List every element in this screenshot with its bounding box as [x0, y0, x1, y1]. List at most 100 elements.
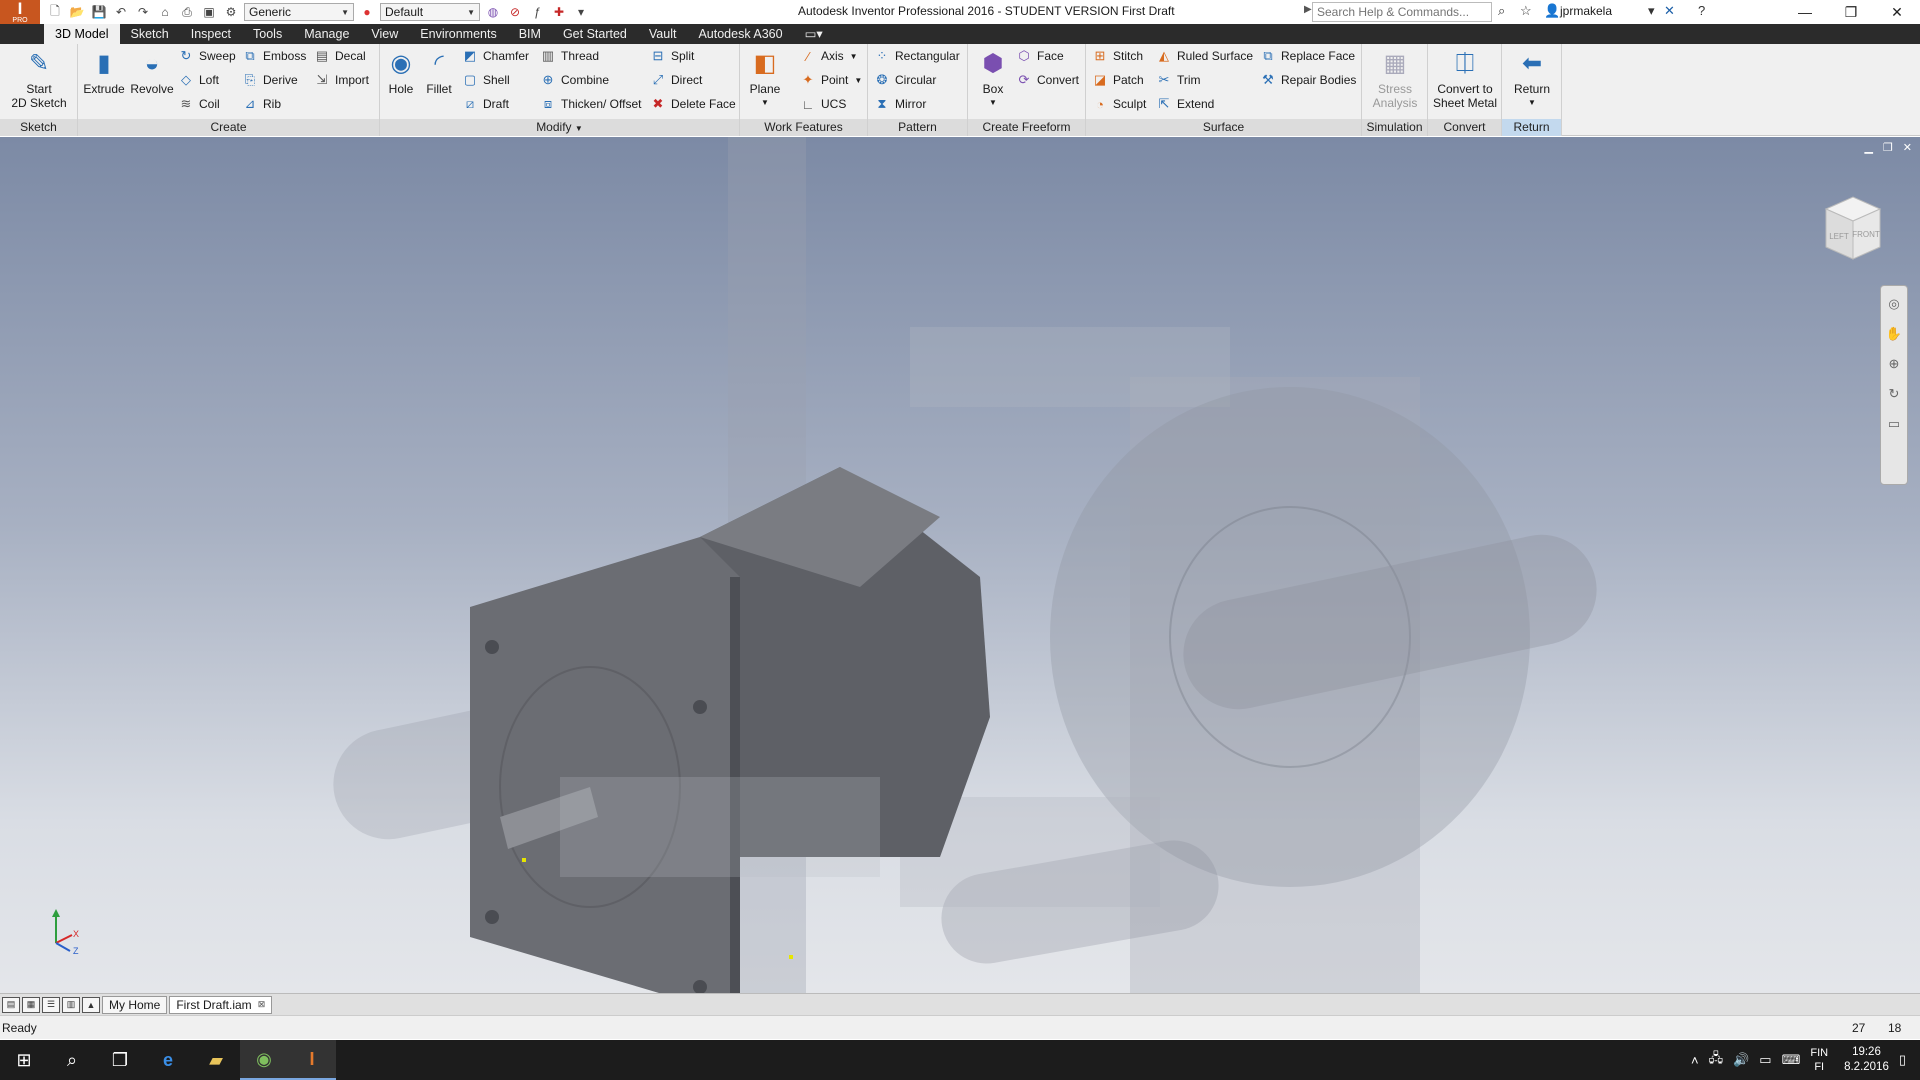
thicken-offset-button[interactable]: ⧈ Thicken/ Offset — [540, 95, 642, 113]
extrude-button[interactable]: ▮ Extrude — [82, 48, 126, 97]
arrange-horizontal-icon[interactable]: ☰ — [42, 996, 60, 1013]
tab-my-home[interactable]: My Home — [102, 995, 168, 1014]
panel-label-modify[interactable]: Modify ▼ — [380, 119, 739, 136]
hole-button[interactable]: ◉ Hole — [384, 48, 418, 97]
direct-button[interactable]: ⤢ Direct — [650, 71, 703, 89]
repair-bodies-button[interactable]: ⚒ Repair Bodies — [1260, 71, 1356, 89]
point-button[interactable]: ✦ Point ▼ — [800, 71, 863, 89]
circular-pattern-button[interactable]: ❂ Circular — [874, 71, 937, 89]
tab-first-draft[interactable]: First Draft.iam ⊠ — [169, 995, 273, 1014]
inventor-taskbar-icon[interactable]: I — [288, 1040, 336, 1080]
network-icon[interactable]: 🖧 — [1709, 1049, 1724, 1071]
appearance-dropdown[interactable]: Default ▼ — [380, 3, 480, 21]
delete-face-button[interactable]: ✖ Delete Face — [650, 95, 736, 113]
search-icon[interactable]: ⌕ — [48, 1040, 96, 1080]
decal-button[interactable]: ▤ Decal — [314, 47, 366, 65]
action-center-icon[interactable]: ▯ — [1899, 1052, 1906, 1068]
viewcube[interactable]: LEFT FRONT — [1818, 193, 1888, 263]
axis-button[interactable]: ⁄ Axis ▼ — [800, 47, 858, 65]
freeform-face-button[interactable]: ⬡ Face — [1016, 47, 1063, 65]
coil-button[interactable]: ≋ Coil — [178, 95, 220, 113]
fx-icon[interactable]: ƒ — [528, 4, 546, 20]
tab-sketch[interactable]: Sketch — [120, 24, 180, 44]
tab-get-started[interactable]: Get Started — [552, 24, 638, 44]
clear-override-icon[interactable]: ⊘ — [506, 4, 524, 20]
extend-button[interactable]: ⇱ Extend — [1156, 95, 1215, 113]
search-expand-icon[interactable]: ▶ — [1304, 4, 1312, 15]
adjust-icon[interactable]: ◍ — [484, 4, 502, 20]
home-icon[interactable]: ⌂ — [156, 4, 174, 20]
viewport-minimize-icon[interactable]: ▁ — [1864, 141, 1872, 154]
freeform-convert-button[interactable]: ⟳ Convert — [1016, 71, 1079, 89]
ribbon-options-icon[interactable]: ▭▾ — [794, 24, 834, 44]
select-icon[interactable]: ▣ — [200, 4, 218, 20]
draft-button[interactable]: ⧄ Draft — [462, 95, 509, 113]
trim-button[interactable]: ✂ Trim — [1156, 71, 1201, 89]
stitch-button[interactable]: ⊞ Stitch — [1092, 47, 1143, 65]
look-at-icon[interactable]: ▭ — [1888, 416, 1900, 432]
properties-icon[interactable]: ⚙ — [222, 4, 240, 20]
tab-vault[interactable]: Vault — [638, 24, 688, 44]
app-taskbar-icon[interactable]: ◉ — [240, 1040, 288, 1080]
restore-button[interactable]: ❐ — [1828, 0, 1874, 24]
ucs-button[interactable]: ∟ UCS — [800, 95, 847, 113]
tab-manage[interactable]: Manage — [293, 24, 360, 44]
color-icon[interactable]: ● — [358, 4, 376, 20]
replace-face-button[interactable]: ⧉ Replace Face — [1260, 47, 1355, 65]
redo-icon[interactable]: ↷ — [134, 4, 152, 20]
open-icon[interactable]: 📂 — [68, 4, 86, 20]
mirror-button[interactable]: ⧗ Mirror — [874, 95, 926, 113]
tab-autodesk-a360[interactable]: Autodesk A360 — [687, 24, 793, 44]
steering-wheel-icon[interactable]: ◎ — [1888, 296, 1899, 312]
patch-button[interactable]: ◪ Patch — [1092, 71, 1144, 89]
start-2d-sketch-button[interactable]: ✎ Start 2D Sketch — [4, 48, 74, 111]
volume-icon[interactable]: 🔊 — [1733, 1052, 1749, 1068]
plane-button[interactable]: ◧ Plane ▼ — [744, 48, 786, 110]
internet-explorer-icon[interactable]: e — [144, 1040, 192, 1080]
chevron-up-icon[interactable]: ˄ — [1691, 1053, 1699, 1068]
tile-windows-icon[interactable]: ▦ — [22, 996, 40, 1013]
binoculars-icon[interactable]: ⌕ — [1498, 3, 1505, 19]
zoom-icon[interactable]: ⊕ — [1889, 356, 1900, 372]
viewport-close-icon[interactable]: ✕ — [1903, 141, 1912, 154]
rectangular-pattern-button[interactable]: ⁘ Rectangular — [874, 47, 960, 65]
pan-hand-icon[interactable]: ✋ — [1886, 326, 1902, 342]
exchange-icon[interactable]: ✕ — [1664, 3, 1675, 19]
sweep-button[interactable]: ↻ Sweep — [178, 47, 236, 65]
document-menu-icon[interactable]: ▲ — [82, 996, 100, 1013]
split-button[interactable]: ⊟ Split — [650, 47, 695, 65]
orbit-icon[interactable]: ↻ — [1889, 386, 1900, 402]
fillet-button[interactable]: ◜ Fillet — [420, 48, 458, 97]
input-language[interactable]: FIN FI — [1810, 1046, 1828, 1074]
save-icon[interactable]: 💾 — [90, 4, 108, 20]
combine-button[interactable]: ⊕ Combine — [540, 71, 609, 89]
cascade-windows-icon[interactable]: ▤ — [2, 996, 20, 1013]
graphics-viewport[interactable]: ▁ ❐ ✕ LEFT FRONT ◎ ✋ ⊕ ↻ ▭ X Z — [0, 137, 1920, 993]
tab-environments[interactable]: Environments — [409, 24, 507, 44]
user-name[interactable]: jprmakela — [1560, 4, 1612, 18]
print-icon[interactable]: ⎙ — [178, 4, 196, 20]
import-button[interactable]: ⇲ Import — [314, 71, 369, 89]
task-view-icon[interactable]: ❐ — [96, 1040, 144, 1080]
tab-bim[interactable]: BIM — [508, 24, 552, 44]
close-button[interactable]: ✕ — [1874, 0, 1920, 24]
tab-3d-model[interactable]: 3D Model — [44, 24, 120, 44]
chevron-down-icon[interactable]: ▾ — [1648, 3, 1655, 19]
return-button[interactable]: ⬅ Return ▼ — [1506, 48, 1558, 110]
sculpt-button[interactable]: ◔ Sculpt — [1092, 95, 1146, 113]
search-input[interactable] — [1312, 2, 1492, 22]
minimize-button[interactable]: — — [1782, 0, 1828, 24]
emboss-button[interactable]: ⧉ Emboss — [242, 47, 306, 65]
derive-button[interactable]: ⎘ Derive — [242, 71, 298, 89]
measure-icon[interactable]: ✚ — [550, 4, 568, 20]
thread-button[interactable]: ▥ Thread — [540, 47, 599, 65]
start-windows-icon[interactable]: ⊞ — [0, 1040, 48, 1080]
application-menu-button[interactable]: I PRO — [0, 0, 40, 24]
shell-button[interactable]: ▢ Shell — [462, 71, 510, 89]
notification-icon[interactable]: ▭ — [1759, 1052, 1771, 1068]
tab-view[interactable]: View — [360, 24, 409, 44]
revolve-button[interactable]: ◒ Revolve — [128, 48, 176, 97]
file-explorer-icon[interactable]: ▰ — [192, 1040, 240, 1080]
tab-tools[interactable]: Tools — [242, 24, 293, 44]
convert-to-sheet-metal-button[interactable]: ⎅ Convert to Sheet Metal — [1430, 48, 1500, 111]
